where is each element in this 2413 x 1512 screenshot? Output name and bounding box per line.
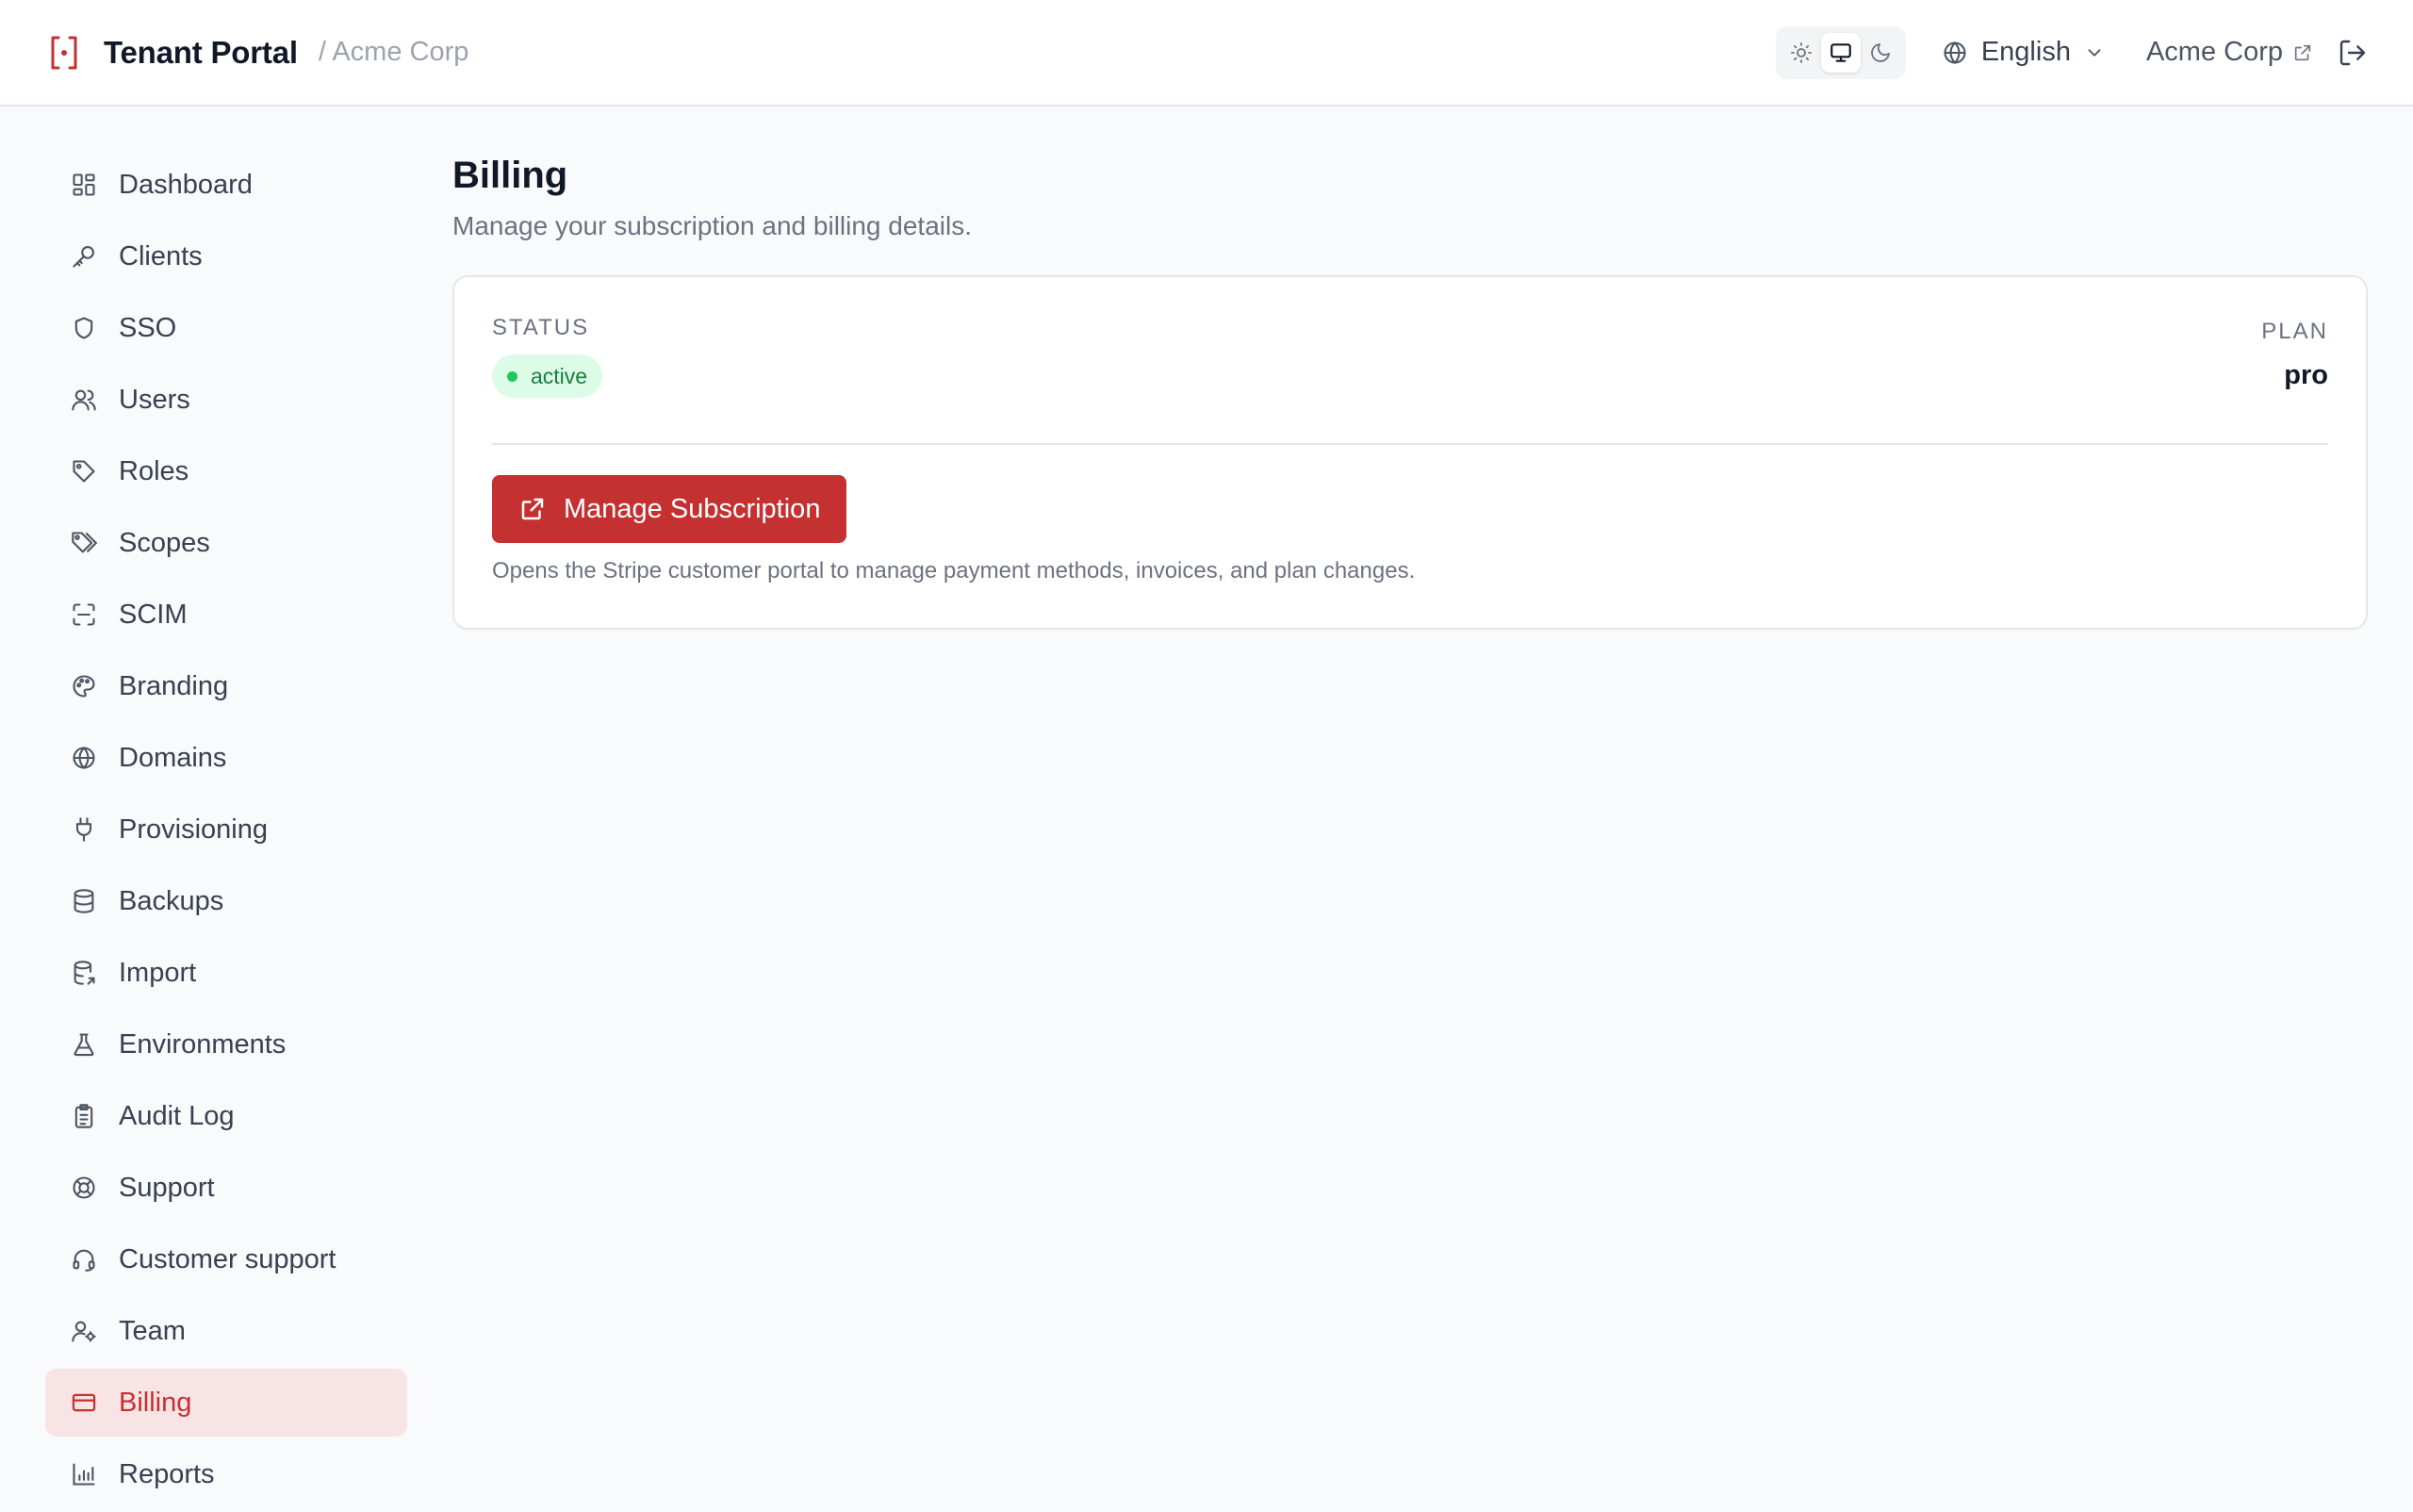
status-badge: active xyxy=(492,354,603,398)
sidebar-item-environments[interactable]: Environments xyxy=(45,1011,407,1078)
sidebar-item-domains[interactable]: Domains xyxy=(45,724,407,792)
status-label: STATUS xyxy=(492,315,590,340)
tags-icon xyxy=(68,527,100,559)
manage-subscription-label: Manage Subscription xyxy=(564,493,821,524)
sidebar-item-customer-support[interactable]: Customer support xyxy=(45,1225,407,1293)
sidebar-item-import[interactable]: Import xyxy=(45,939,407,1007)
dashboard-icon xyxy=(68,169,100,201)
sidebar-item-label: Provisioning xyxy=(119,814,268,845)
plan-label: PLAN xyxy=(2261,319,2328,344)
stripe-portal-help-text: Opens the Stripe customer portal to mana… xyxy=(492,558,1416,583)
sidebar-item-label: Billing xyxy=(119,1387,192,1418)
breadcrumb-tenant: / Acme Corp xyxy=(318,37,469,67)
sidebar-item-branding[interactable]: Branding xyxy=(45,652,407,720)
sidebar-item-label: Branding xyxy=(119,670,229,701)
tenant-portal-logo-icon[interactable] xyxy=(45,34,83,72)
sidebar-item-label: Backups xyxy=(119,885,224,916)
sidebar-item-label: Support xyxy=(119,1172,215,1203)
logout-button[interactable] xyxy=(2338,38,2368,68)
headset-icon xyxy=(68,1243,100,1275)
sidebar-item-billing[interactable]: Billing xyxy=(45,1369,407,1437)
database-import-icon xyxy=(68,957,100,989)
tenant-link-label: Acme Corp xyxy=(2145,37,2283,67)
sidebar-item-users[interactable]: Users xyxy=(45,366,407,434)
sidebar-item-backups[interactable]: Backups xyxy=(45,867,407,935)
status-value: active xyxy=(531,363,588,388)
key-icon xyxy=(68,240,100,272)
sidebar-item-label: SSO xyxy=(119,312,177,343)
scan-icon xyxy=(68,599,100,631)
sidebar-item-label: Domains xyxy=(119,742,227,773)
sidebar-item-label: Audit Log xyxy=(119,1100,235,1131)
clipboard-icon xyxy=(68,1100,100,1132)
external-link-icon xyxy=(518,495,547,523)
sun-icon xyxy=(1790,41,1813,64)
language-selector[interactable]: English xyxy=(1942,37,2105,68)
shield-icon xyxy=(68,312,100,344)
sidebar-item-label: Import xyxy=(119,957,197,988)
tag-icon xyxy=(68,455,100,487)
credit-card-icon xyxy=(68,1387,100,1419)
plug-icon xyxy=(68,814,100,846)
manage-subscription-button[interactable]: Manage Subscription xyxy=(492,475,847,543)
moon-icon xyxy=(1869,41,1892,64)
sidebar-item-support[interactable]: Support xyxy=(45,1154,407,1222)
sidebar-item-audit-log[interactable]: Audit Log xyxy=(45,1082,407,1150)
subscription-summary: STATUS active PLAN pro xyxy=(492,315,2328,445)
light-theme-button[interactable] xyxy=(1781,33,1821,73)
sidebar-item-dashboard[interactable]: Dashboard xyxy=(45,151,407,219)
theme-toggle xyxy=(1775,25,1906,79)
monitor-icon xyxy=(1829,41,1853,65)
globe-icon xyxy=(68,742,100,774)
flask-icon xyxy=(68,1028,100,1060)
status-dot-icon xyxy=(507,370,517,382)
billing-card: STATUS active PLAN pro Manage Subscripti… xyxy=(452,275,2368,630)
sidebar-item-label: Environments xyxy=(119,1028,287,1060)
sidebar-item-provisioning[interactable]: Provisioning xyxy=(45,796,407,863)
page-title: Billing xyxy=(452,155,568,196)
sidebar-item-label: Users xyxy=(119,384,190,415)
sidebar-item-roles[interactable]: Roles xyxy=(45,437,407,505)
sidebar-item-reports[interactable]: Reports xyxy=(45,1440,407,1508)
sidebar-item-label: Roles xyxy=(119,455,189,486)
status-block: STATUS active xyxy=(492,315,603,443)
database-icon xyxy=(68,885,100,917)
top-header: Tenant Portal / Acme Corp English Acme C… xyxy=(0,0,2413,107)
sidebar-item-label: SCIM xyxy=(119,599,188,630)
tenant-external-link[interactable]: Acme Corp xyxy=(2146,37,2313,68)
plan-block: PLAN pro xyxy=(2261,315,2328,443)
sidebar-item-label: Clients xyxy=(119,240,203,271)
users-icon xyxy=(68,384,100,416)
language-label: English xyxy=(1980,37,2071,67)
chevron-down-icon xyxy=(2084,42,2105,63)
sidebar-item-label: Customer support xyxy=(119,1243,337,1274)
sidebar-item-label: Reports xyxy=(119,1458,215,1489)
sidebar-item-clients[interactable]: Clients xyxy=(45,222,407,290)
sidebar-item-sso[interactable]: SSO xyxy=(45,294,407,362)
logout-icon xyxy=(2338,38,2368,68)
sidebar-item-scopes[interactable]: Scopes xyxy=(45,509,407,577)
sidebar-item-team[interactable]: Team xyxy=(45,1297,407,1365)
page-subtitle: Manage your subscription and billing det… xyxy=(452,211,972,240)
user-gear-icon xyxy=(68,1315,100,1347)
sidebar-item-label: Team xyxy=(119,1315,186,1346)
globe-icon xyxy=(1942,40,1968,66)
dark-theme-button[interactable] xyxy=(1861,33,1900,73)
palette-icon xyxy=(68,670,100,702)
sidebar-nav: Dashboard Clients SSO Users Roles Scopes xyxy=(45,151,407,1512)
external-link-icon xyxy=(2292,42,2313,63)
main-content: Billing Manage your subscription and bil… xyxy=(452,151,2368,630)
bar-chart-icon xyxy=(68,1458,100,1490)
sidebar-item-scim[interactable]: SCIM xyxy=(45,581,407,649)
system-theme-button[interactable] xyxy=(1820,32,1861,73)
app-title[interactable]: Tenant Portal xyxy=(104,35,298,71)
sidebar-item-label: Dashboard xyxy=(119,169,253,200)
lifebuoy-icon xyxy=(68,1172,100,1204)
sidebar-item-label: Scopes xyxy=(119,527,210,558)
plan-value: pro xyxy=(2284,360,2328,390)
